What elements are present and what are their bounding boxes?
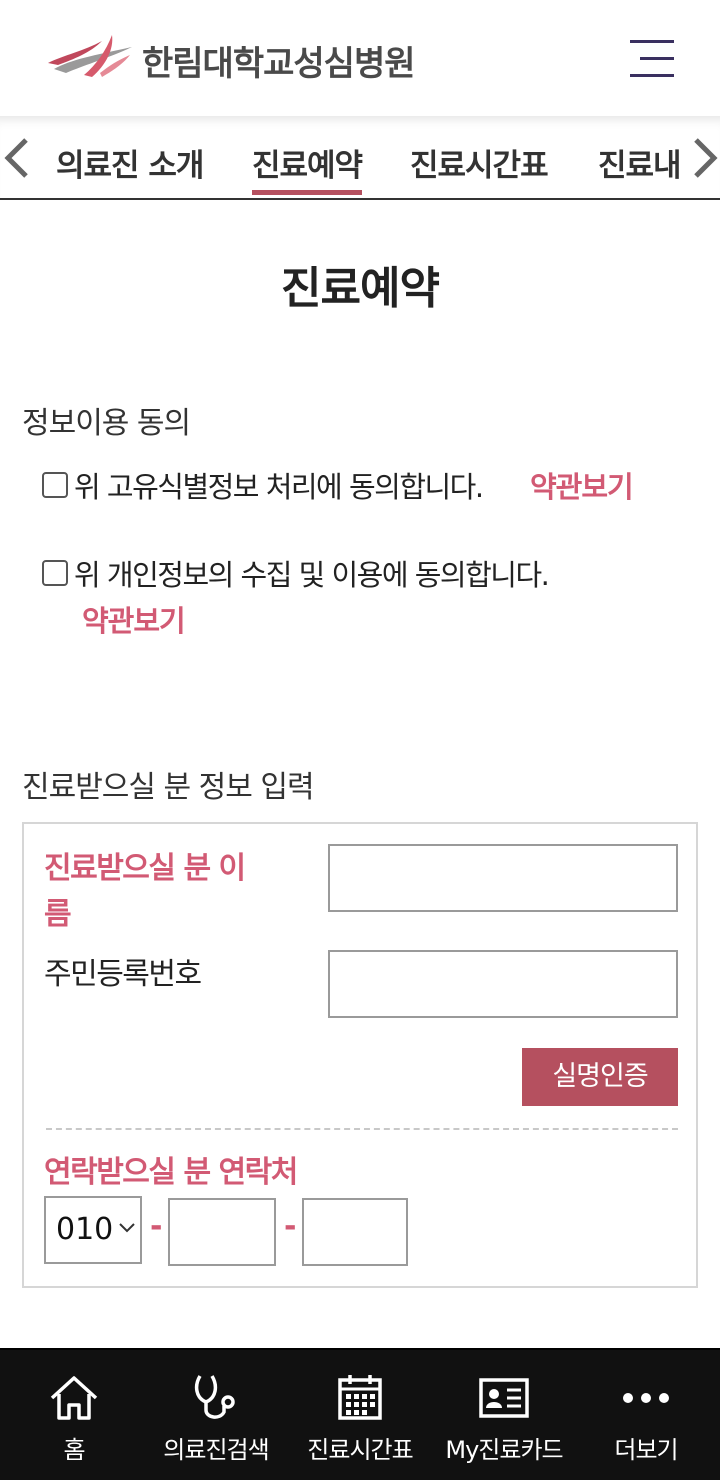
tabs-prev-button[interactable] xyxy=(0,134,34,182)
form-divider xyxy=(46,1128,678,1130)
consent-unique-id-text: 위 고유식별정보 처리에 동의합니다. xyxy=(74,470,484,504)
phone-separator-2: - xyxy=(284,1209,297,1244)
hospital-name: 한림대학교성심병원 xyxy=(142,44,416,84)
patient-info-form: 진료받으실 분 이 름 주민등록번호 실명인증 연락받으실 분 연락처 010 … xyxy=(22,822,698,1288)
nav-doctor-search-label: 의료진검색 xyxy=(163,1436,269,1464)
view-terms-link-1[interactable]: 약관보기 xyxy=(530,464,634,506)
verify-name-button[interactable]: 실명인증 xyxy=(522,1048,678,1106)
nav-home[interactable]: 홈 xyxy=(2,1350,146,1480)
tabs-next-button[interactable] xyxy=(688,134,720,182)
phone-prefix-select[interactable]: 010 xyxy=(44,1196,142,1264)
view-terms-link-2[interactable]: 약관보기 xyxy=(82,598,186,640)
calendar-icon xyxy=(338,1375,382,1420)
phone-middle-input[interactable] xyxy=(168,1198,276,1266)
reservation-page: 한림대학교성심병원 의료진 소개 진료예약 진료시간표 진료내 진료예약 정보이 xyxy=(0,0,720,1480)
consent-row-unique-id: 위 고유식별정보 처리에 동의합니다. xyxy=(42,464,484,506)
home-icon xyxy=(50,1376,98,1420)
tab-reservation[interactable]: 진료예약 xyxy=(252,140,363,195)
patient-name-label-line1: 진료받으실 분 이 xyxy=(44,851,246,886)
consent-personal-info-text: 위 개인정보의 수집 및 이용에 동의합니다. xyxy=(74,558,550,592)
menu-button[interactable] xyxy=(630,38,676,80)
consent-section-title: 정보이용 동의 xyxy=(22,406,191,441)
hamburger-menu-icon xyxy=(630,40,674,77)
bottom-nav: 홈 의료진검색 진료시간표 My진료카드 더보기 xyxy=(0,1348,720,1480)
contact-label: 연락받으실 분 연락처 xyxy=(44,1155,298,1190)
id-card-icon xyxy=(479,1378,529,1418)
more-dots-icon xyxy=(623,1393,669,1403)
nav-schedule-label: 진료시간표 xyxy=(307,1436,413,1464)
tab-history[interactable]: 진료내 xyxy=(598,140,682,185)
phone-last-input[interactable] xyxy=(302,1198,408,1266)
patient-name-label: 진료받으실 분 이 름 xyxy=(44,846,246,938)
chevron-down-icon xyxy=(119,1223,135,1233)
consent-personal-info-checkbox[interactable] xyxy=(42,560,68,586)
consent-unique-id-checkbox[interactable] xyxy=(42,472,68,498)
hospital-logo[interactable]: 한림대학교성심병원 xyxy=(44,28,416,85)
patient-name-input[interactable] xyxy=(328,844,678,912)
hallym-logo-icon xyxy=(48,34,132,77)
page-title: 진료예약 xyxy=(281,263,440,314)
tab-doctors[interactable]: 의료진 소개 xyxy=(56,140,204,185)
nav-schedule[interactable]: 진료시간표 xyxy=(288,1350,432,1480)
patient-info-section-title: 진료받으실 분 정보 입력 xyxy=(22,770,315,805)
tab-schedule[interactable]: 진료시간표 xyxy=(410,140,549,185)
phone-prefix-value: 010 xyxy=(56,1212,114,1247)
rrn-label: 주민등록번호 xyxy=(44,957,202,992)
rrn-input[interactable] xyxy=(328,950,678,1018)
app-header: 한림대학교성심병원 xyxy=(0,0,720,116)
patient-name-label-line2: 름 xyxy=(44,897,72,932)
nav-my-card-label: My진료카드 xyxy=(445,1436,563,1464)
phone-separator-1: - xyxy=(150,1209,163,1244)
consent-row-personal-info: 위 개인정보의 수집 및 이용에 동의합니다. xyxy=(42,552,550,594)
nav-my-card[interactable]: My진료카드 xyxy=(432,1350,576,1480)
nav-doctor-search[interactable]: 의료진검색 xyxy=(144,1350,288,1480)
chevron-left-icon xyxy=(4,138,28,178)
sub-nav-tabs: 의료진 소개 진료예약 진료시간표 진료내 xyxy=(0,116,720,200)
chevron-right-icon xyxy=(694,138,718,178)
stethoscope-icon xyxy=(194,1375,235,1419)
nav-home-label: 홈 xyxy=(63,1436,85,1464)
nav-more-label: 더보기 xyxy=(614,1436,678,1464)
nav-more[interactable]: 더보기 xyxy=(574,1350,718,1480)
